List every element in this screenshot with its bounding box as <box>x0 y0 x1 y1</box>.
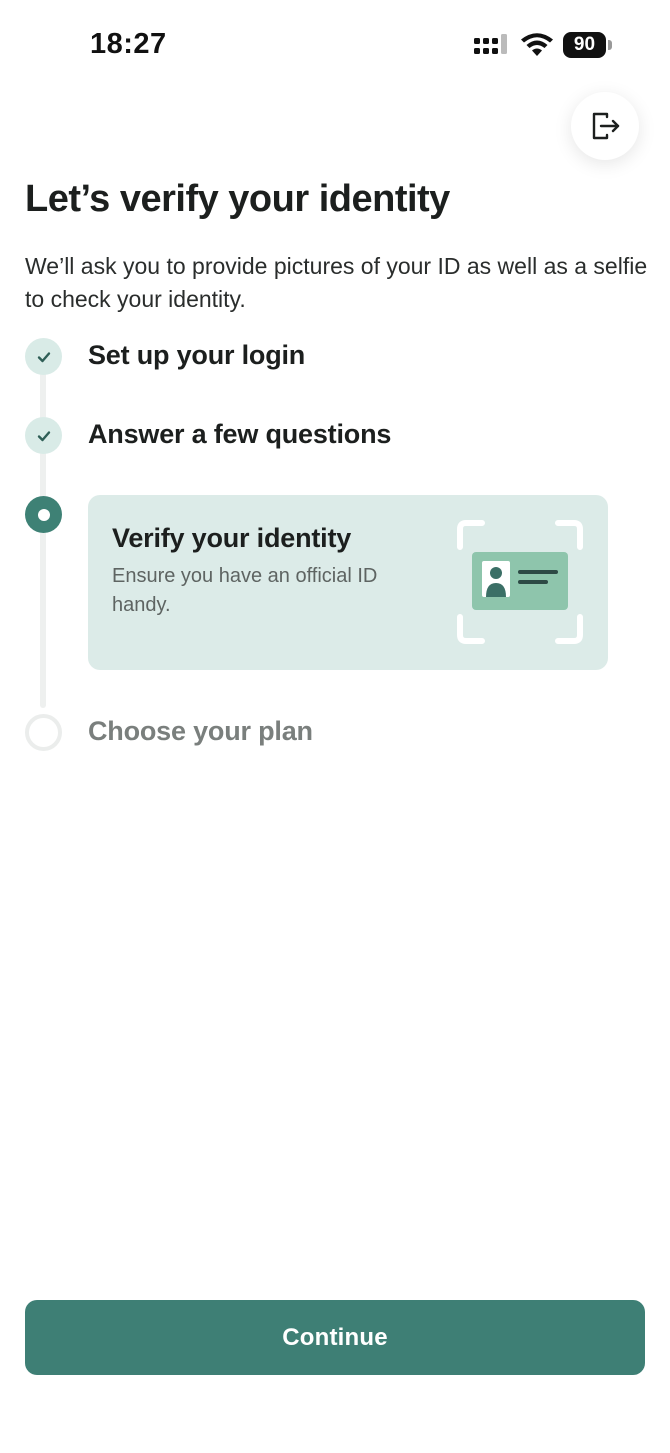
battery-level: 90 <box>563 32 606 58</box>
continue-button[interactable]: Continue <box>25 1300 645 1375</box>
signal-icon <box>474 34 507 54</box>
step-3-card: Verify your identity Ensure you have an … <box>88 495 608 670</box>
battery-indicator: 90 <box>563 32 612 58</box>
page-title: Let’s verify your identity <box>25 178 450 220</box>
logout-icon <box>592 112 620 140</box>
step-4-label: Choose your plan <box>88 716 313 746</box>
status-time: 18:27 <box>90 28 167 60</box>
logout-button[interactable] <box>571 92 639 160</box>
step-1-check-icon <box>25 338 62 375</box>
step-3-active-dot <box>25 496 62 533</box>
wifi-icon <box>521 33 553 56</box>
step-2-label: Answer a few questions <box>88 419 392 449</box>
step-3-description: Ensure you have an official ID handy. <box>112 565 378 616</box>
id-card-illustration <box>457 520 583 644</box>
step-3-label: Verify your identity <box>112 523 352 553</box>
page-subtitle: We’ll ask you to provide pictures of you… <box>25 253 648 312</box>
step-2-check-icon <box>25 417 62 454</box>
step-4-empty-dot <box>25 714 62 751</box>
step-1-label: Set up your login <box>88 340 306 370</box>
status-bar: 18:27 90 <box>0 0 670 90</box>
battery-tip <box>608 40 612 50</box>
